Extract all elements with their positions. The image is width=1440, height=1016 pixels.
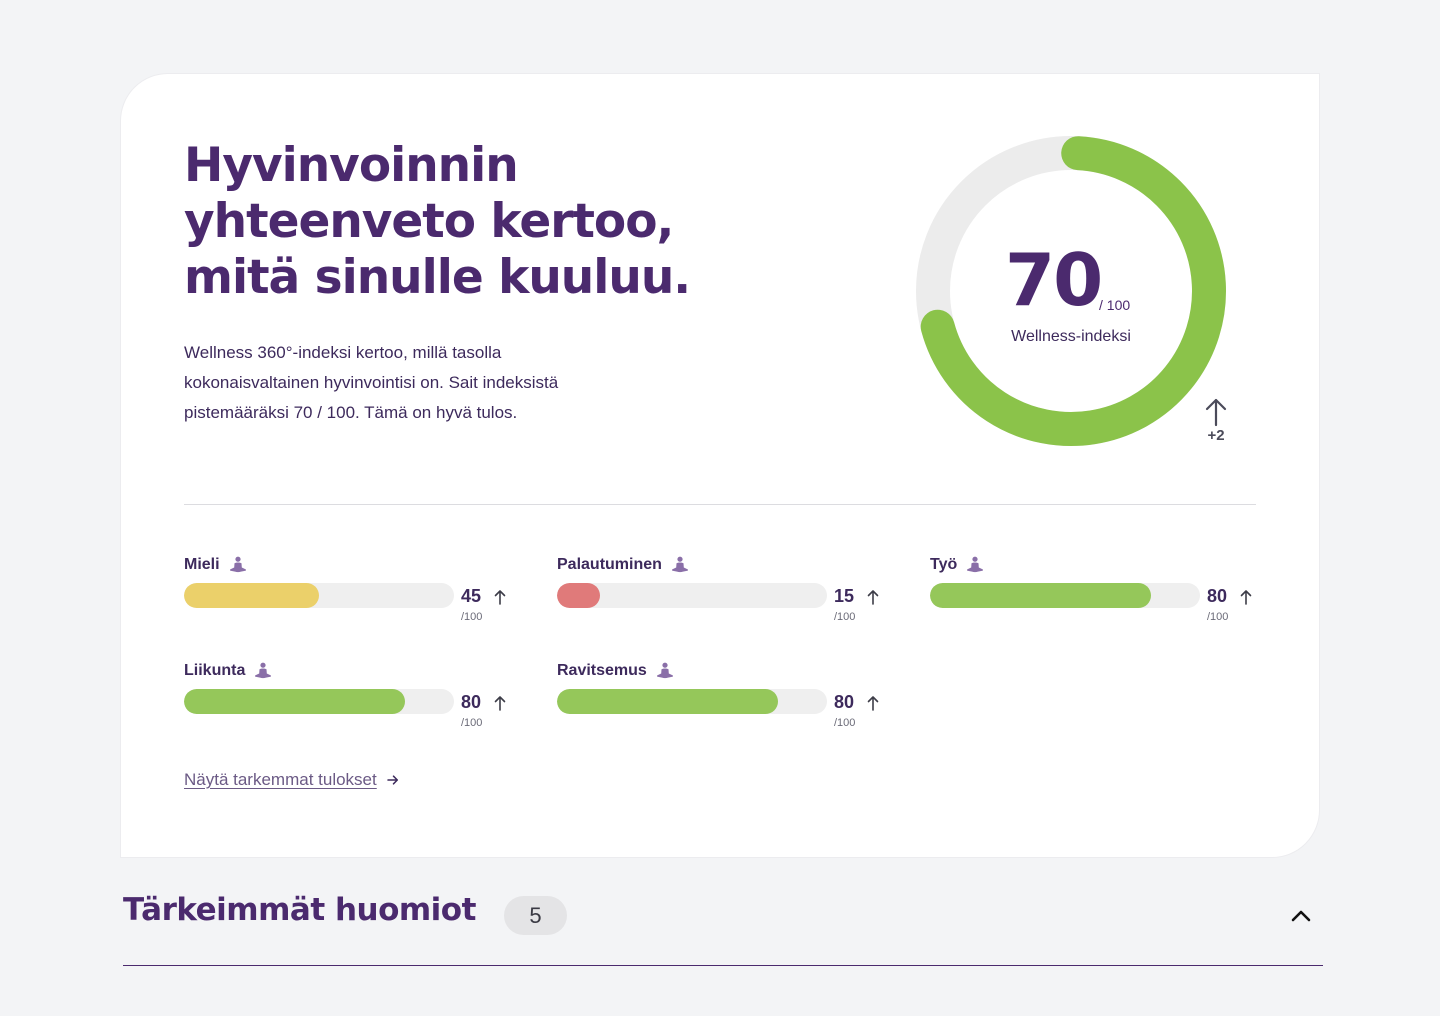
metric-score: 45 [461,586,482,606]
divider [184,504,1256,505]
arrow-up-icon [867,696,879,711]
page-title: Hyvinvoinnin yhteenveto kertoo, mitä sin… [184,138,691,305]
metric-liikunta[interactable]: Liikunta 80 /100 [184,660,524,740]
highlights-count-badge: 5 [504,896,567,935]
score-change-value: +2 [1207,427,1225,444]
metric-name: Työ [930,556,958,573]
progress-track [557,583,827,608]
highlights-section: Tärkeimmät huomiot 5 [123,888,1323,968]
meditation-icon [229,556,246,573]
chevron-up-icon[interactable] [1289,906,1313,924]
metric-name: Mieli [184,556,220,573]
meditation-icon [967,556,984,573]
progress-fill [184,689,406,714]
progress-fill [557,583,601,608]
arrow-up-icon [494,590,506,605]
progress-fill [930,583,1152,608]
metric-mieli[interactable]: Mieli 45 /100 [184,554,524,634]
metric-max: /100 [834,611,856,623]
wellness-index-gauge: 70 / 100 Wellness-indeksi [913,133,1229,449]
metric-score: 80 [461,692,482,712]
wellness-summary-card: Hyvinvoinnin yhteenveto kertoo, mitä sin… [120,73,1320,858]
progress-track [184,689,454,714]
progress-track [184,583,454,608]
metric-max: /100 [461,717,483,729]
gauge-label: Wellness-indeksi [1011,328,1131,345]
meditation-icon [671,556,688,573]
progress-fill [557,689,779,714]
show-detailed-results-link[interactable]: Näytä tarkemmat tulokset [184,770,399,790]
gauge-max: / 100 [1099,297,1131,313]
progress-track [557,689,827,714]
progress-track [930,583,1200,608]
metric-palautuminen[interactable]: Palautuminen 15 /100 [557,554,897,634]
metric-score: 80 [1207,586,1228,606]
show-detailed-results-label: Näytä tarkemmat tulokset [184,770,377,789]
divider [123,965,1323,966]
metric-name: Ravitsemus [557,662,647,679]
arrow-up-icon [1240,590,1252,605]
summary-intro: Wellness 360°-indeksi kertoo, millä taso… [184,343,559,422]
gauge-score: 70 [1005,238,1103,322]
metric-max: /100 [461,611,483,623]
progress-fill [184,583,319,608]
meditation-icon [255,662,272,679]
metric-max: /100 [1207,611,1229,623]
metric-score: 80 [834,692,855,712]
metric-score: 15 [834,586,855,606]
highlights-title: Tärkeimmät huomiot [123,892,476,928]
meditation-icon [656,662,673,679]
arrow-up-icon [867,590,879,605]
metric-tyo[interactable]: Työ 80 /100 [930,554,1270,634]
metric-ravitsemus[interactable]: Ravitsemus 80 /100 [557,660,897,740]
score-change: +2 [1201,397,1231,444]
metric-name: Liikunta [184,662,246,679]
arrow-right-icon [387,775,398,785]
arrow-up-icon [1205,398,1227,427]
metric-name: Palautuminen [557,556,662,573]
metric-max: /100 [834,717,856,729]
arrow-up-icon [494,696,506,711]
